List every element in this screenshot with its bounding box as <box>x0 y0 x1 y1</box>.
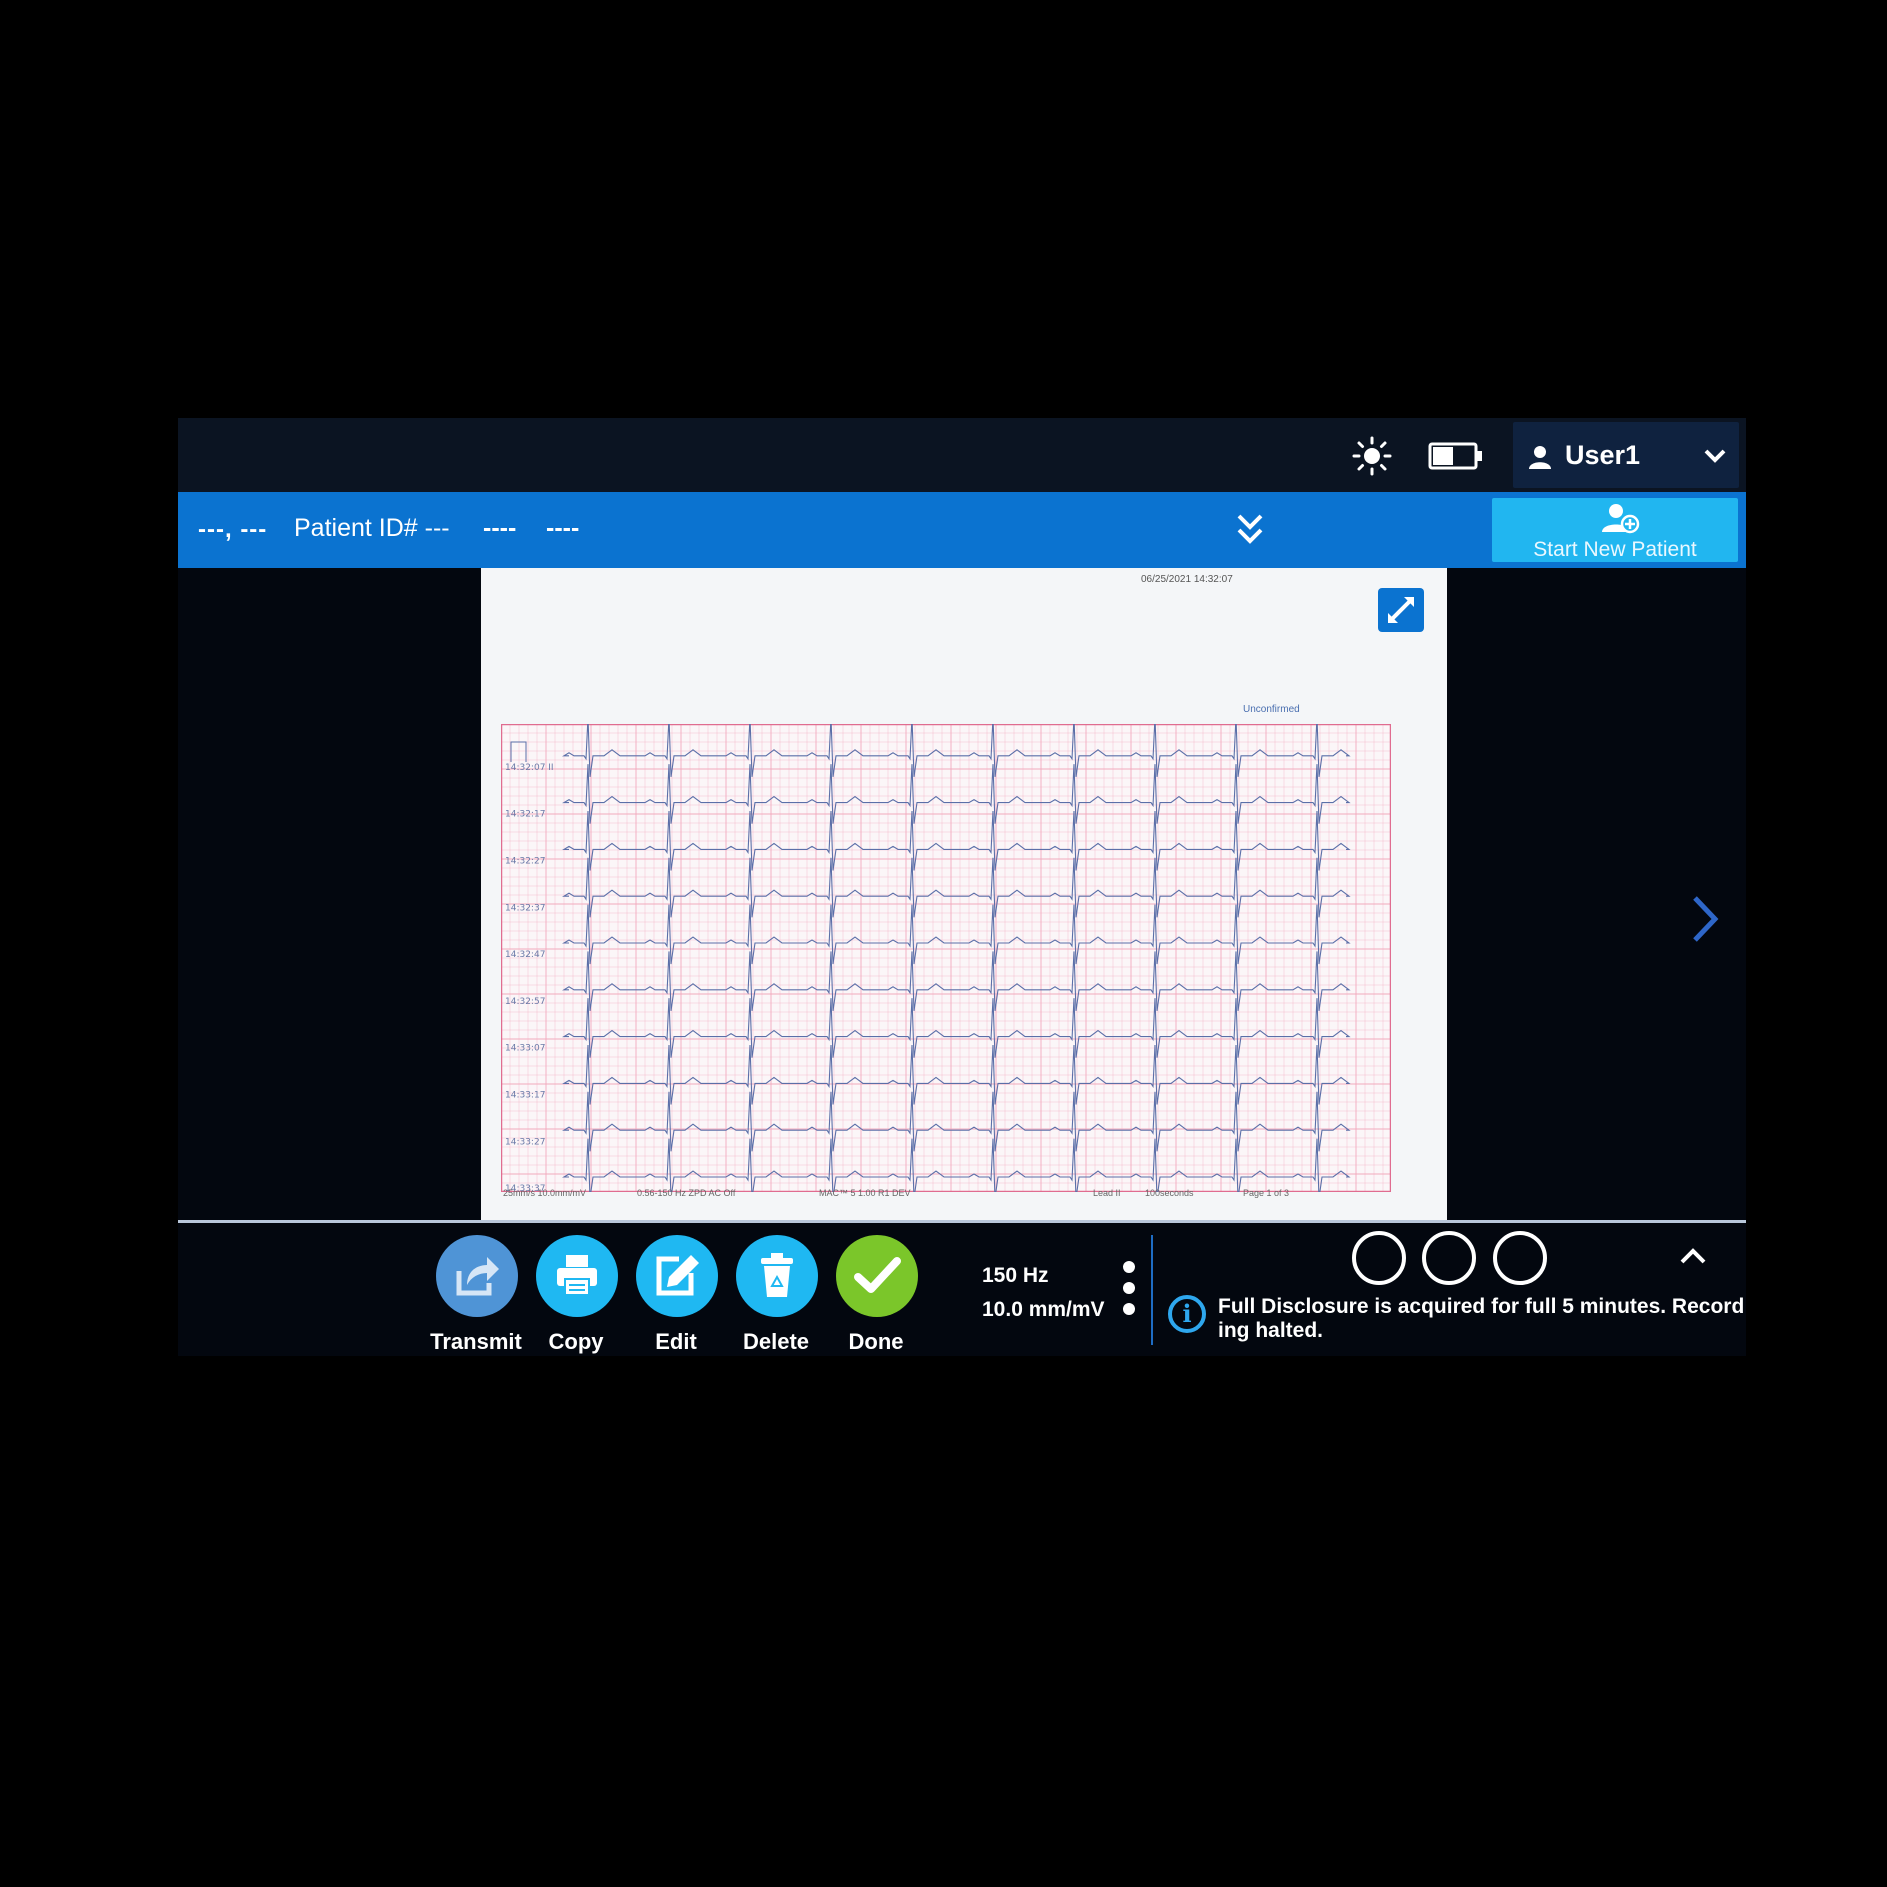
indicator-circle-2 <box>1422 1231 1476 1285</box>
battery-icon <box>1428 442 1482 470</box>
ecg-row-timestamp: 14:32:27 <box>505 856 545 866</box>
patient-bar[interactable]: ---, --- Patient ID# --- ---- ---- Start… <box>178 492 1746 568</box>
footer-filter: 0.56-150 Hz ZPD AC Off <box>637 1188 736 1198</box>
transmit-button-circle[interactable] <box>436 1235 518 1317</box>
user-menu[interactable]: User1 <box>1513 422 1739 488</box>
done-label: Done <box>848 1329 904 1354</box>
toolbar-divider <box>1151 1235 1153 1345</box>
patient-field-1: ---- <box>483 514 517 542</box>
user-icon <box>1529 446 1551 469</box>
user-name: User1 <box>1565 440 1641 470</box>
copy-button-circle[interactable] <box>536 1235 618 1317</box>
ecg-row-timestamp: 14:33:27 <box>505 1137 545 1147</box>
done-button-circle[interactable] <box>836 1235 918 1317</box>
brightness-icon[interactable] <box>1352 436 1392 476</box>
ecg-row-timestamp: 14:32:37 <box>505 903 545 913</box>
double-chevron-down-icon[interactable] <box>1235 510 1265 550</box>
transmit-icon <box>456 1257 499 1296</box>
expand-arrows-icon <box>1388 597 1414 623</box>
ecg-report-page[interactable]: 06/25/2021 14:32:07 Unconfirmed 14:32:07… <box>481 568 1447 1220</box>
ecg-row-timestamp: 14:33:07 <box>505 1044 545 1054</box>
ecg-row-timestamp: 14:32:07 II <box>505 763 554 773</box>
footer-page: Page 1 of 3 <box>1243 1188 1290 1198</box>
edit-label: Edit <box>655 1329 697 1354</box>
ecg-row-timestamp: 14:32:47 <box>505 950 545 960</box>
edit-button-circle[interactable] <box>636 1235 718 1317</box>
ecg-row-timestamp: 14:32:57 <box>505 997 545 1007</box>
delete-label: Delete <box>742 1329 810 1354</box>
footer-speed-gain: 25mm/s 10.0mm/mV <box>503 1188 587 1198</box>
copy-button[interactable]: Copy <box>526 1235 626 1354</box>
footer-duration: 100seconds <box>1145 1188 1194 1198</box>
patient-name: ---, --- <box>198 516 268 543</box>
gain-setting: 10.0 mm/mV <box>982 1298 1105 1321</box>
info-icon: i <box>1168 1295 1206 1333</box>
status-bar: User1 <box>178 418 1746 492</box>
info-message: Full Disclosure is acquired for full 5 m… <box>1218 1295 1745 1342</box>
start-new-patient-button[interactable]: Start New Patient <box>1492 498 1738 562</box>
delete-button[interactable]: Delete <box>726 1235 826 1354</box>
done-button[interactable]: Done <box>826 1235 926 1354</box>
chevron-right-icon[interactable] <box>1688 894 1722 944</box>
ecg-row-timestamp: 14:32:17 <box>505 810 545 820</box>
report-timestamp: 06/25/2021 14:32:07 <box>1141 574 1233 585</box>
ecg-device-screen: User1 ---, --- Patient ID# --- ---- ----… <box>178 418 1746 1356</box>
bottom-toolbar: Transmit Copy Edit Delete Done 150 Hz 10… <box>178 1220 1746 1356</box>
add-patient-icon <box>1602 504 1640 534</box>
filter-setting: 150 Hz <box>982 1264 1049 1287</box>
indicator-circle-3 <box>1493 1231 1547 1285</box>
fullscreen-button[interactable] <box>1378 588 1424 632</box>
chevron-down-icon[interactable] <box>1703 446 1727 466</box>
edit-icon <box>656 1255 699 1296</box>
printer-icon <box>557 1255 597 1296</box>
report-footer: 25mm/s 10.0mm/mV 0.56-150 Hz ZPD AC Off … <box>503 1188 1423 1202</box>
transmit-label: Transmit <box>430 1329 522 1354</box>
patient-id: Patient ID# --- <box>294 514 450 542</box>
footer-device: MAC™ 5 1.00 R1 DEV <box>819 1188 911 1198</box>
report-status: Unconfirmed <box>1243 704 1300 715</box>
more-options-icon[interactable] <box>1120 1261 1138 1321</box>
ecg-row-timestamp: 14:33:17 <box>505 1090 545 1100</box>
transmit-button[interactable]: Transmit <box>426 1235 526 1354</box>
chevron-up-icon[interactable] <box>1678 1243 1708 1267</box>
start-new-patient-label: Start New Patient <box>1533 538 1697 561</box>
delete-button-circle[interactable] <box>736 1235 818 1317</box>
copy-label: Copy <box>548 1329 604 1354</box>
patient-field-2: ---- <box>546 514 580 542</box>
edit-button[interactable]: Edit <box>626 1235 726 1354</box>
trash-icon <box>761 1253 793 1297</box>
footer-lead: Lead II <box>1093 1188 1121 1198</box>
indicator-circle-1 <box>1352 1231 1406 1285</box>
acquisition-settings[interactable]: 150 Hz 10.0 mm/mV <box>982 1259 1105 1327</box>
checkmark-icon <box>854 1257 901 1293</box>
ecg-strip-chart: 14:32:07 II 14:32:17 14:32:27 14:32:37 14:32… <box>501 724 1391 1192</box>
